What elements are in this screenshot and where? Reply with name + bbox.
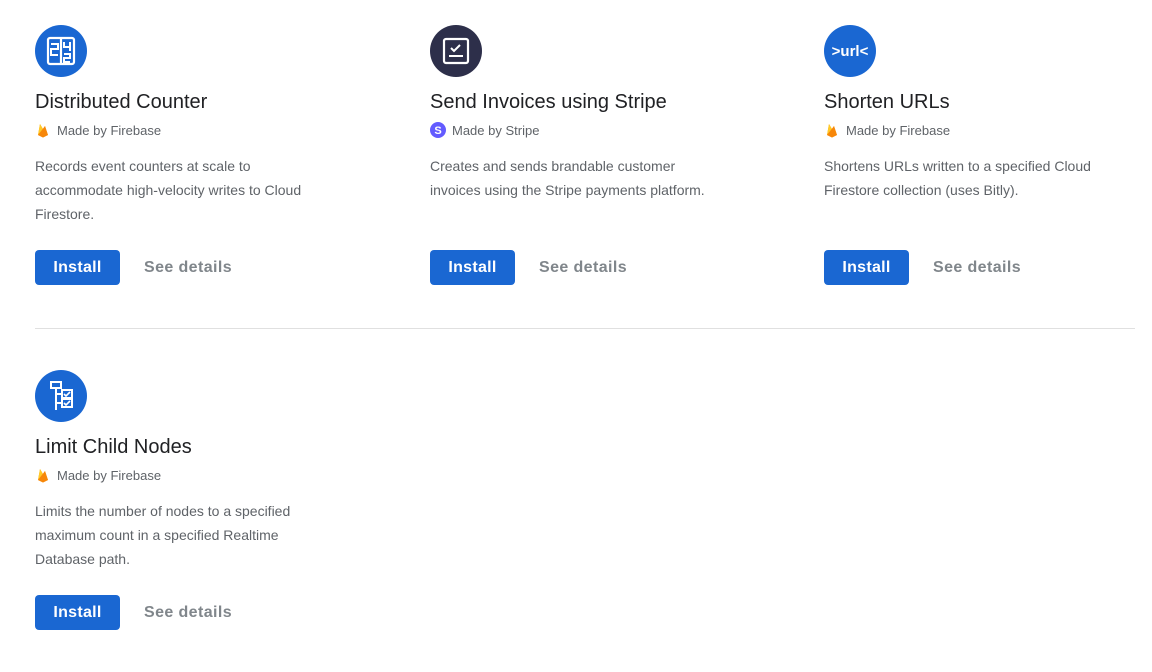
firebase-flame-icon (35, 122, 51, 138)
extension-description: Records event counters at scale to accom… (35, 158, 302, 222)
extension-card-stripe-invoices: Send Invoices using Stripe S Made by Str… (430, 25, 760, 202)
card-actions: Install See details (824, 250, 1021, 285)
maker-label: Made by Stripe (452, 122, 540, 138)
counter-icon (35, 25, 87, 77)
extension-description: Creates and sends brandable customer inv… (430, 158, 705, 198)
extension-description: Shortens URLs written to a specified Clo… (824, 158, 1091, 198)
see-details-link[interactable]: See details (144, 604, 232, 622)
extension-title: Limit Child Nodes (35, 436, 192, 458)
card-actions: Install See details (35, 250, 232, 285)
firebase-flame-icon (35, 467, 51, 483)
maker-label: Made by Firebase (57, 467, 162, 483)
row-divider (35, 328, 1135, 329)
install-button[interactable]: Install (430, 250, 515, 285)
extension-card-limit-child-nodes: Limit Child Nodes Made by Firebase Limit… (35, 370, 365, 571)
install-button[interactable]: Install (35, 595, 120, 630)
stripe-s-icon: S (430, 122, 446, 138)
firebase-flame-icon (824, 122, 840, 138)
extension-title: Distributed Counter (35, 91, 208, 113)
extension-title: Send Invoices using Stripe (430, 91, 667, 113)
maker-line: Made by Firebase (824, 121, 1152, 139)
install-button[interactable]: Install (35, 250, 120, 285)
svg-text:S: S (434, 125, 441, 137)
child-nodes-icon (35, 370, 87, 422)
maker-label: Made by Firebase (846, 122, 951, 138)
see-details-link[interactable]: See details (933, 259, 1021, 277)
svg-text:>url<: >url< (832, 43, 869, 60)
maker-line: Made by Firebase (35, 121, 365, 139)
maker-line: Made by Firebase (35, 466, 365, 484)
install-button[interactable]: Install (824, 250, 909, 285)
invoice-icon (430, 25, 482, 77)
card-actions: Install See details (430, 250, 627, 285)
maker-line: S Made by Stripe (430, 121, 760, 139)
extension-description: Limits the number of nodes to a specifie… (35, 503, 291, 567)
extension-card-shorten-urls: >url< Shorten URLs Made by Firebase Shor… (824, 25, 1152, 202)
see-details-link[interactable]: See details (539, 259, 627, 277)
extension-title: Shorten URLs (824, 91, 950, 113)
maker-label: Made by Firebase (57, 122, 162, 138)
card-actions: Install See details (35, 595, 232, 630)
url-icon: >url< (824, 25, 876, 77)
extension-card-distributed-counter: Distributed Counter Made by Firebase Rec… (35, 25, 365, 226)
see-details-link[interactable]: See details (144, 259, 232, 277)
